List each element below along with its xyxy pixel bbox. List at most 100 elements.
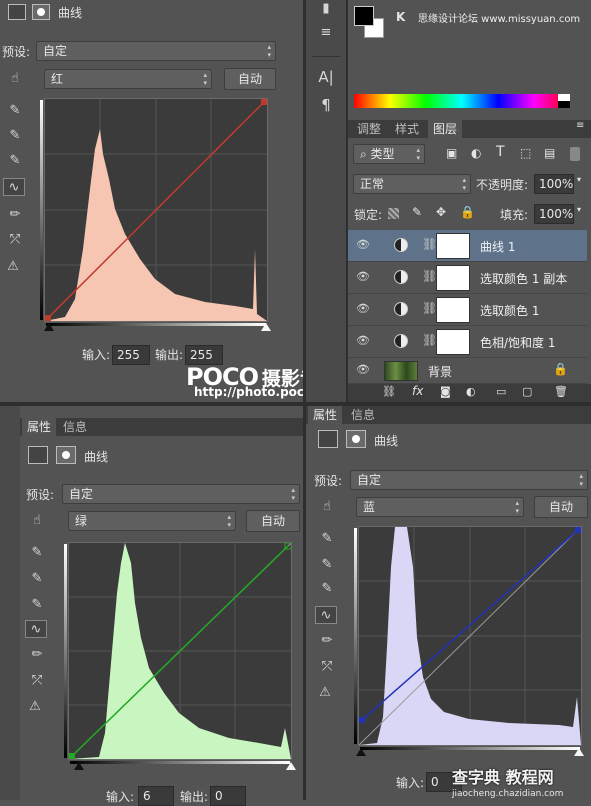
tab-styles[interactable]: 样式 — [390, 120, 424, 138]
auto-button[interactable]: 自动 — [246, 510, 300, 532]
brush-preset-icon[interactable]: ▮ — [315, 0, 337, 18]
black-eyedropper-icon[interactable]: ✎ — [26, 544, 48, 562]
clipping-warning-icon[interactable]: ⚠ — [24, 698, 46, 716]
layer-mask-thumbnail[interactable] — [436, 329, 470, 355]
white-point-slider[interactable] — [261, 323, 271, 331]
lock-move-icon[interactable]: ✥ — [436, 205, 446, 219]
layer-mask-thumbnail[interactable] — [436, 297, 470, 323]
layer-thumbnail[interactable] — [384, 361, 418, 381]
filter-toggle[interactable] — [570, 147, 580, 161]
paragraph-icon[interactable]: ¶ — [315, 96, 337, 114]
curves-mode-icon[interactable] — [8, 4, 26, 20]
pencil-icon[interactable]: ✏ — [316, 632, 338, 650]
tab-info[interactable]: 信息 — [58, 418, 92, 436]
new-layer-icon[interactable]: ▢ — [522, 385, 532, 398]
pencil-icon[interactable]: ✏ — [26, 646, 48, 664]
clipping-warning-icon[interactable]: ⚠ — [2, 258, 24, 276]
color-spectrum[interactable] — [354, 94, 570, 108]
adjust-sliders-icon[interactable]: ≡ — [315, 24, 337, 42]
curve-point-icon[interactable]: ∿ — [3, 178, 25, 196]
tab-adjustments[interactable]: 调整 — [352, 120, 386, 138]
tab-properties[interactable]: 属性 — [22, 418, 57, 436]
new-group-icon[interactable]: ▭ — [496, 385, 506, 398]
fill-field[interactable]: 100% — [534, 204, 574, 224]
layer-row[interactable]: 👁 ⛓ 选取颜色 1 副本 — [348, 262, 587, 294]
trash-icon[interactable]: 🗑 — [554, 385, 568, 398]
black-eyedropper-icon[interactable]: ✎ — [316, 530, 338, 548]
smooth-icon[interactable]: ⤱ — [4, 231, 26, 249]
white-eyedropper-icon[interactable]: ✎ — [26, 596, 48, 614]
visibility-eye-icon[interactable]: 👁 — [356, 302, 370, 316]
mask-mode-icon[interactable] — [346, 430, 366, 448]
black-point-slider[interactable] — [74, 762, 84, 770]
layer-mask-thumbnail[interactable] — [436, 233, 470, 259]
blend-mode-dropdown[interactable]: 正常 — [353, 174, 471, 194]
gray-eyedropper-icon[interactable]: ✎ — [316, 556, 338, 574]
visibility-eye-icon[interactable]: 👁 — [356, 270, 370, 284]
black-eyedropper-icon[interactable]: ✎ — [4, 102, 26, 120]
lock-transparency-icon[interactable] — [388, 208, 399, 219]
visibility-eye-icon[interactable]: 👁 — [356, 334, 370, 348]
black-point-slider[interactable] — [356, 748, 366, 756]
hand-adjust-icon[interactable]: ☝ — [316, 498, 338, 516]
curves-mode-icon[interactable] — [28, 446, 48, 464]
add-mask-icon[interactable]: ◙ — [440, 385, 451, 398]
white-point-slider[interactable] — [286, 762, 296, 770]
lock-all-icon[interactable]: 🔒 — [460, 205, 475, 219]
layer-row[interactable]: 👁 背景 🔒 — [348, 358, 587, 384]
curve-point-icon[interactable]: ∿ — [315, 606, 337, 624]
layer-mask-thumbnail[interactable] — [436, 265, 470, 291]
hand-adjust-icon[interactable]: ☝ — [4, 70, 26, 88]
pencil-icon[interactable]: ✏ — [4, 206, 26, 224]
tab-info[interactable]: 信息 — [346, 406, 380, 424]
filter-adjust-icon[interactable]: ◐ — [471, 146, 481, 160]
black-point-slider[interactable] — [44, 323, 54, 331]
gray-eyedropper-icon[interactable]: ✎ — [26, 570, 48, 588]
opacity-field[interactable]: 100% — [534, 174, 574, 194]
clipping-warning-icon[interactable]: ⚠ — [314, 684, 336, 702]
smooth-icon[interactable]: ⤱ — [316, 658, 338, 676]
foreground-color-swatch[interactable] — [354, 6, 374, 26]
link-layers-icon[interactable]: ⛓ — [382, 385, 396, 398]
preset-dropdown[interactable]: 自定 — [62, 484, 300, 504]
visibility-eye-icon[interactable]: 👁 — [356, 363, 370, 377]
new-adjustment-icon[interactable]: ◐ — [466, 385, 476, 398]
white-eyedropper-icon[interactable]: ✎ — [4, 152, 26, 170]
panel-menu-icon[interactable]: ≡ — [576, 120, 584, 131]
auto-button[interactable]: 自动 — [534, 496, 588, 518]
tab-properties[interactable]: 属性 — [308, 406, 343, 424]
mask-mode-icon[interactable] — [56, 446, 76, 464]
preset-dropdown[interactable]: 自定 — [350, 470, 588, 490]
filter-smart-icon[interactable]: ▤ — [544, 146, 555, 160]
layer-row[interactable]: 👁 ⛓ 选取颜色 1 — [348, 294, 587, 326]
channel-dropdown[interactable]: 红 — [44, 69, 212, 89]
white-eyedropper-icon[interactable]: ✎ — [316, 580, 338, 598]
input-field[interactable]: 6 — [138, 786, 174, 806]
filter-shape-icon[interactable]: ⬚ — [520, 146, 531, 160]
curves-mode-icon[interactable] — [318, 430, 338, 448]
output-field[interactable]: 0 — [210, 786, 246, 806]
channel-dropdown[interactable]: 蓝 — [356, 497, 524, 517]
smooth-icon[interactable]: ⤱ — [26, 672, 48, 690]
mask-mode-icon[interactable] — [32, 4, 50, 20]
layer-row[interactable]: 👁 ⛓ 曲线 1 — [348, 230, 587, 262]
fill-arrow-icon[interactable]: ▾ — [577, 205, 581, 214]
opacity-arrow-icon[interactable]: ▾ — [577, 175, 581, 184]
tab-layers[interactable]: 图层 — [428, 120, 463, 138]
filter-text-icon[interactable]: T — [496, 144, 505, 160]
gray-eyedropper-icon[interactable]: ✎ — [4, 127, 26, 145]
curve-graph-blue[interactable] — [358, 526, 582, 746]
white-point-slider[interactable] — [574, 748, 584, 756]
filter-type-dropdown[interactable]: ⌕ 类型 — [353, 144, 425, 164]
filter-pixel-icon[interactable]: ▣ — [446, 146, 457, 160]
hand-adjust-icon[interactable]: ☝ — [26, 512, 48, 530]
character-icon[interactable]: A| — [315, 68, 337, 86]
layer-row[interactable]: 👁 ⛓ 色相/饱和度 1 — [348, 326, 587, 358]
fx-icon[interactable]: fx — [412, 384, 423, 398]
curve-graph-green[interactable] — [68, 542, 292, 760]
auto-button[interactable]: 自动 — [224, 68, 276, 90]
curve-graph-red[interactable] — [44, 98, 268, 322]
channel-dropdown[interactable]: 绿 — [68, 511, 236, 531]
preset-dropdown[interactable]: 自定 — [36, 41, 276, 61]
output-field[interactable]: 255 — [185, 345, 223, 365]
